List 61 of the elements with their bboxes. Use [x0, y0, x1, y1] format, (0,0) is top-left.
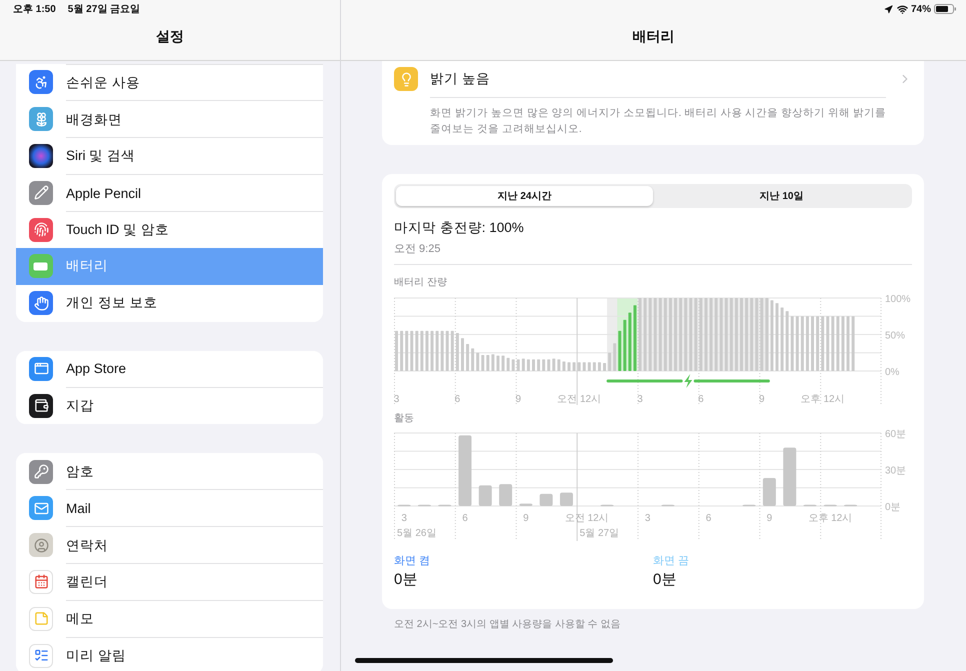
axis-label: 100% — [885, 294, 911, 305]
accessibility-icon — [29, 70, 53, 94]
axis-label: 6 — [462, 513, 468, 524]
calendar-icon — [29, 570, 53, 594]
axis-label: 9 — [766, 513, 772, 524]
status-time: 오후 1:50 — [13, 3, 56, 16]
siri-orb-icon — [29, 144, 53, 168]
battery-percent: 74% — [910, 4, 931, 14]
flower-icon — [29, 107, 53, 132]
stat-label: 화면 끔 — [653, 554, 690, 568]
axis-label: 3 — [401, 513, 407, 524]
hand-icon — [29, 291, 53, 316]
chart-title: 활동 — [394, 412, 415, 425]
last-charge-level: 마지막 충전량: 100% — [394, 219, 525, 237]
contact-icon — [29, 533, 53, 558]
list-icon — [29, 644, 53, 668]
axis-label: 30분 — [885, 466, 906, 476]
mail-icon — [29, 496, 53, 520]
segment-tab[interactable]: 지난 24시간 — [396, 186, 653, 206]
axis-label: 오후 12시 — [800, 394, 845, 405]
battery-status-icon — [934, 4, 956, 14]
segment-tab[interactable]: 지난 10일 — [653, 186, 910, 206]
axis-label: 6 — [454, 394, 460, 405]
axis-label: 9 — [523, 513, 529, 524]
axis-label: 60분 — [885, 429, 906, 440]
axis-label: 9 — [759, 394, 765, 405]
axis-label: 0% — [885, 367, 900, 378]
date-label: 5월 27일 — [580, 528, 620, 539]
fingerprint-icon — [29, 218, 53, 242]
chart-title: 배터리 잔량 — [394, 276, 448, 289]
wifi-icon — [896, 4, 908, 14]
lightbulb-icon — [394, 67, 418, 91]
axis-label: 6 — [698, 394, 704, 405]
axis-label: 오후 12시 — [808, 513, 852, 524]
axis-label: 3 — [394, 394, 400, 405]
pencil-icon — [29, 180, 53, 205]
location-icon — [884, 4, 893, 14]
stat-label: 화면 켬 — [394, 554, 432, 568]
date-label: 5월 26일 — [397, 528, 436, 539]
stat-value: 0분 — [394, 570, 418, 589]
axis-label: 3 — [637, 394, 643, 405]
axis-label: 6 — [706, 513, 712, 524]
status-date: 5월 27일 금요일 — [68, 3, 140, 16]
suggestion-description: 화면 밝기가 높으면 많은 양의 에너지가 소모됩니다. 배터리 사용 시간을 향상하기 위해 밝기를 줄여보는 것을 고려해보십시오. — [429, 106, 887, 137]
axis-label: 오전 12시 — [557, 394, 602, 405]
axis-label: 오전 12시 — [564, 513, 609, 524]
app-store-icon — [29, 356, 53, 381]
last-charge-time: 오전 9:25 — [394, 241, 912, 265]
footnote: 오전 2시~오전 3시의 앱별 사용량을 사용할 수 없음 — [393, 618, 622, 632]
axis-label: 50% — [885, 330, 906, 342]
suggestion-title[interactable]: 밝기 높음 — [430, 61, 886, 98]
sidebar-title: 설정 — [155, 27, 185, 46]
axis-label: 3 — [644, 513, 650, 524]
axis-label: 9 — [516, 394, 522, 405]
stat-value: 0분 — [653, 570, 678, 589]
axis-label: 0분 — [885, 502, 901, 513]
key-icon — [29, 460, 53, 484]
notes-icon — [29, 606, 53, 631]
page-title: 배터리 — [632, 27, 676, 46]
wallet-icon — [29, 394, 53, 418]
battery-icon — [29, 254, 53, 278]
